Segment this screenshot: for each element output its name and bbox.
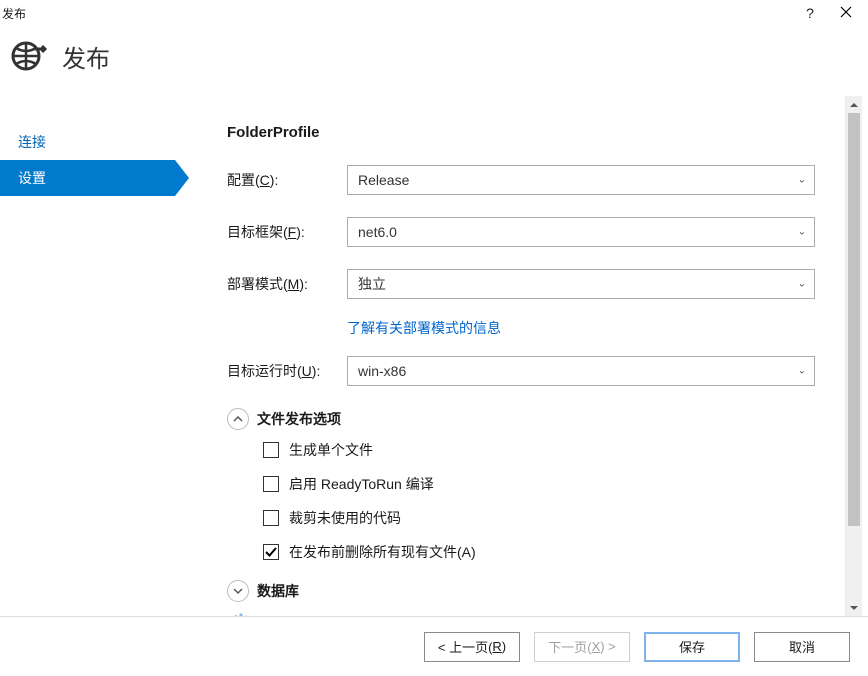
chevron-down-icon: ⌄ bbox=[798, 279, 806, 290]
select-configuration[interactable]: Release ⌄ bbox=[347, 165, 815, 195]
select-value: Release bbox=[358, 172, 409, 188]
checkbox-icon bbox=[263, 510, 279, 526]
publish-dialog: 发布 ? 发布 连接 设置 bbox=[0, 0, 868, 676]
sidebar-item-connection[interactable]: 连接 bbox=[0, 124, 185, 160]
section-file-publish-options: 文件发布选项 bbox=[227, 408, 825, 430]
checkbox-icon bbox=[263, 442, 279, 458]
checkbox-single-file[interactable]: 生成单个文件 bbox=[263, 440, 825, 460]
link-deploy-mode-info[interactable]: 了解有关部署模式的信息 bbox=[347, 318, 501, 338]
expander-file-options[interactable] bbox=[227, 408, 249, 430]
prev-button[interactable]: < 上一页(R) bbox=[424, 632, 520, 662]
checkbox-label: 在发布前删除所有现有文件(A) bbox=[289, 542, 476, 562]
next-button: 下一页(X) > bbox=[534, 632, 630, 662]
checkbox-delete-existing[interactable]: 在发布前删除所有现有文件(A) bbox=[263, 542, 825, 562]
checkbox-icon bbox=[263, 476, 279, 492]
sidebar-item-label: 设置 bbox=[18, 168, 46, 188]
window-title: 发布 bbox=[2, 5, 26, 22]
section-title: 文件发布选项 bbox=[257, 409, 341, 429]
label-deploy-mode: 部署模式(M): bbox=[227, 274, 347, 294]
section-database: 数据库 bbox=[227, 580, 825, 602]
cancel-button[interactable]: 取消 bbox=[754, 632, 850, 662]
expander-database[interactable] bbox=[227, 580, 249, 602]
checkbox-label: 裁剪未使用的代码 bbox=[289, 508, 401, 528]
checkbox-label: 启用 ReadyToRun 编译 bbox=[289, 474, 434, 494]
chevron-down-icon: ⌄ bbox=[798, 366, 806, 377]
section-title: 数据库 bbox=[257, 581, 299, 601]
row-configuration: 配置(C): Release ⌄ bbox=[227, 165, 825, 195]
chevron-up-icon bbox=[233, 412, 243, 427]
publish-globe-icon bbox=[8, 36, 48, 76]
row-target-framework: 目标框架(F): net6.0 ⌄ bbox=[227, 217, 825, 247]
save-button[interactable]: 保存 bbox=[644, 632, 740, 662]
dialog-body: 连接 设置 FolderProfile 配置(C): Release ⌄ bbox=[0, 96, 868, 616]
spinner-icon bbox=[231, 612, 251, 616]
select-value: 独立 bbox=[358, 274, 386, 294]
scrollbar-thumb[interactable] bbox=[848, 113, 860, 526]
sidebar-item-label: 连接 bbox=[18, 132, 46, 152]
checkbox-icon bbox=[263, 544, 279, 560]
close-button[interactable] bbox=[828, 1, 864, 25]
label-configuration: 配置(C): bbox=[227, 170, 347, 190]
file-options-list: 生成单个文件 启用 ReadyToRun 编译 裁剪未使用的代码 在发布前删除所… bbox=[263, 440, 825, 562]
sidebar: 连接 设置 bbox=[0, 96, 185, 616]
select-value: net6.0 bbox=[358, 224, 397, 240]
select-deploy-mode[interactable]: 独立 ⌄ bbox=[347, 269, 815, 299]
scroll-up-button[interactable] bbox=[846, 96, 862, 113]
vertical-scrollbar[interactable] bbox=[845, 96, 862, 616]
checkbox-trim-unused[interactable]: 裁剪未使用的代码 bbox=[263, 508, 825, 528]
row-target-runtime: 目标运行时(U): win-x86 ⌄ bbox=[227, 356, 825, 386]
page-title: 发布 bbox=[62, 39, 110, 74]
footer: < 上一页(R) 下一页(X) > 保存 取消 bbox=[0, 616, 868, 676]
select-value: win-x86 bbox=[358, 363, 406, 379]
help-button[interactable]: ? bbox=[792, 1, 828, 25]
scroll-down-button[interactable] bbox=[846, 599, 862, 616]
select-target-runtime[interactable]: win-x86 ⌄ bbox=[347, 356, 815, 386]
label-target-runtime: 目标运行时(U): bbox=[227, 361, 347, 381]
chevron-down-icon: ⌄ bbox=[798, 175, 806, 186]
sidebar-item-settings[interactable]: 设置 bbox=[0, 160, 175, 196]
content: FolderProfile 配置(C): Release ⌄ 目标框架(F): bbox=[185, 96, 845, 616]
checkbox-ready-to-run[interactable]: 启用 ReadyToRun 编译 bbox=[263, 474, 825, 494]
select-target-framework[interactable]: net6.0 ⌄ bbox=[347, 217, 815, 247]
chevron-down-icon: ⌄ bbox=[798, 227, 806, 238]
content-wrap: FolderProfile 配置(C): Release ⌄ 目标框架(F): bbox=[185, 96, 868, 616]
titlebar: 发布 ? bbox=[0, 0, 868, 26]
close-icon bbox=[840, 5, 852, 21]
header: 发布 bbox=[0, 26, 868, 96]
row-deploy-mode: 部署模式(M): 独立 ⌄ bbox=[227, 269, 825, 299]
profile-name: FolderProfile bbox=[227, 124, 825, 141]
scrollbar-track[interactable] bbox=[846, 113, 862, 599]
checkbox-label: 生成单个文件 bbox=[289, 440, 373, 460]
chevron-down-icon bbox=[233, 584, 243, 599]
label-target-framework: 目标框架(F): bbox=[227, 222, 347, 242]
